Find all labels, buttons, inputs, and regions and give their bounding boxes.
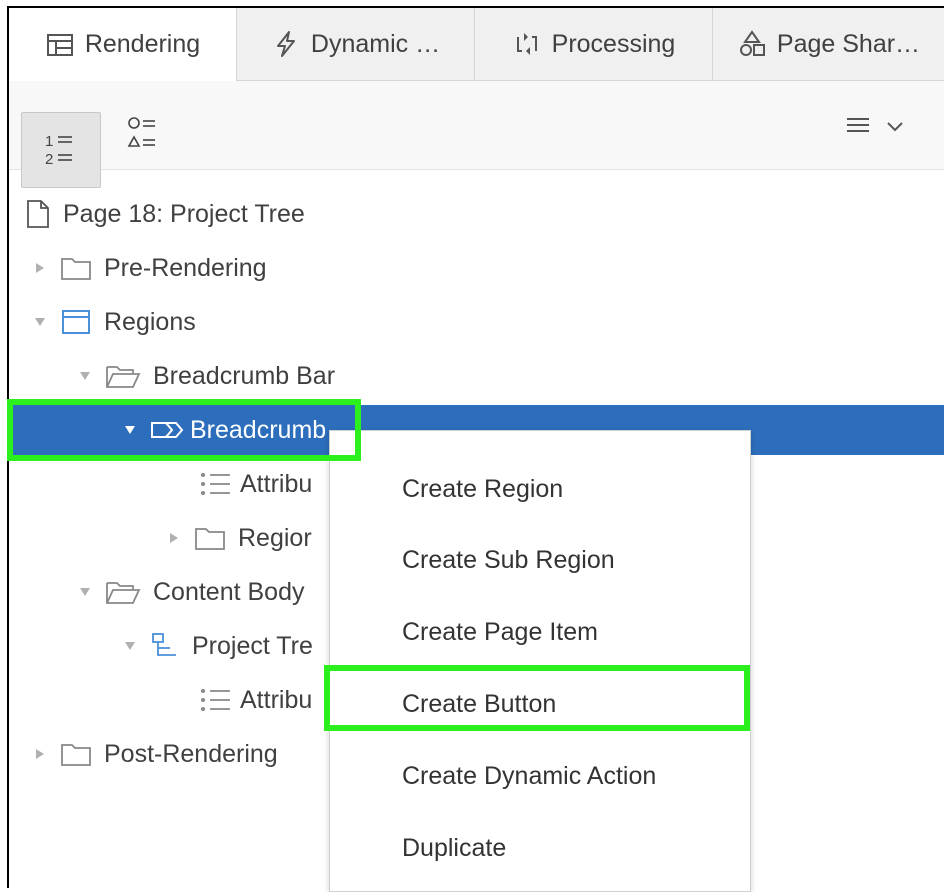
context-menu: Create Region Create Sub Region Create P… [329, 430, 751, 892]
tab-label: Page Shar… [776, 29, 921, 58]
folder-icon [61, 744, 91, 766]
tab-label: Processing [551, 29, 676, 58]
tree-node-label: Page 18: Project Tree [63, 199, 305, 228]
shape-list-icon [127, 117, 155, 147]
collapse-icon[interactable] [77, 368, 93, 384]
expand-icon[interactable] [32, 260, 48, 276]
expand-icon[interactable] [166, 530, 182, 546]
grouped-view-button[interactable] [104, 96, 184, 172]
menu-item-create-page-item[interactable]: Create Page Item [330, 600, 750, 664]
collapse-icon[interactable] [77, 584, 93, 600]
tree-node-label: Post-Rendering [104, 739, 278, 768]
tree-node-label: Regions [104, 307, 196, 336]
menu-item-label: Create Page Item [402, 617, 598, 646]
chevron-down-icon [887, 122, 903, 132]
breadcrumb-icon [151, 422, 184, 438]
tree-node-label: Attribu [240, 469, 313, 498]
menu-item-label: Create Button [402, 689, 557, 718]
tree-node-page[interactable]: Page 18: Project Tree [9, 189, 944, 239]
menu-item-create-button[interactable]: Create Button [330, 672, 750, 736]
attributes-icon [201, 689, 230, 711]
menu-item-label: Create Dynamic Action [402, 761, 657, 790]
menu-item-duplicate[interactable]: Duplicate [330, 816, 750, 880]
svg-text:1: 1 [45, 133, 53, 150]
tree-node-label: Regior [238, 523, 312, 552]
numbered-list-icon: 1 2 [45, 133, 72, 168]
tree-node-pre-rendering[interactable]: Pre-Rendering [9, 243, 944, 293]
attributes-icon [201, 473, 230, 495]
collapse-icon[interactable] [122, 422, 138, 438]
tree-node-label: Attribu [240, 685, 313, 714]
tree-node-label: Project Tre [192, 631, 313, 660]
folder-icon [61, 258, 91, 280]
collapse-icon[interactable] [122, 638, 138, 654]
tab-rendering[interactable]: Rendering [9, 8, 237, 81]
shapes-icon [739, 30, 765, 56]
svg-text:2: 2 [45, 151, 53, 168]
tree-node-label: Breadcrumb [190, 415, 327, 444]
table-icon [46, 33, 73, 56]
menu-item-label: Create Region [402, 474, 564, 503]
tab-bar: Rendering Dynamic … Processing Page Shar… [9, 8, 944, 81]
tree-node-label: Content Body [153, 577, 305, 606]
menu-item-create-dynamic-action[interactable]: Create Dynamic Action [330, 744, 750, 808]
menu-item-create-region[interactable]: Create Region [330, 457, 750, 521]
tab-label: Rendering [84, 30, 201, 58]
tab-label: Dynamic … [310, 29, 441, 58]
tab-page-shared-components[interactable]: Page Shar… [713, 8, 944, 80]
tree-node-regions[interactable]: Regions [9, 297, 944, 347]
tab-dynamic-actions[interactable]: Dynamic … [237, 8, 475, 80]
tree-node-label: Breadcrumb Bar [153, 361, 336, 390]
page-icon [27, 200, 49, 228]
menu-item-label: Duplicate [402, 833, 507, 862]
tree-region-icon [152, 633, 176, 656]
lightning-icon [276, 31, 295, 57]
menu-item-create-sub-region[interactable]: Create Sub Region [330, 528, 750, 592]
folder-open-icon [106, 582, 141, 604]
menu-item-label: Create Sub Region [402, 545, 615, 574]
tree-node-label: Pre-Rendering [104, 253, 267, 282]
folder-icon [195, 528, 225, 550]
hamburger-menu-icon [847, 118, 869, 132]
tree-menu-button[interactable] [845, 108, 915, 144]
collapse-icon[interactable] [32, 314, 48, 330]
region-icon [62, 310, 90, 334]
tree-node-breadcrumb-bar[interactable]: Breadcrumb Bar [9, 351, 944, 401]
expand-icon[interactable] [32, 746, 48, 762]
tab-processing[interactable]: Processing [475, 8, 713, 80]
ordered-view-button[interactable]: 1 2 [21, 112, 101, 188]
process-arrows-icon [516, 33, 537, 55]
folder-open-icon [106, 366, 141, 388]
